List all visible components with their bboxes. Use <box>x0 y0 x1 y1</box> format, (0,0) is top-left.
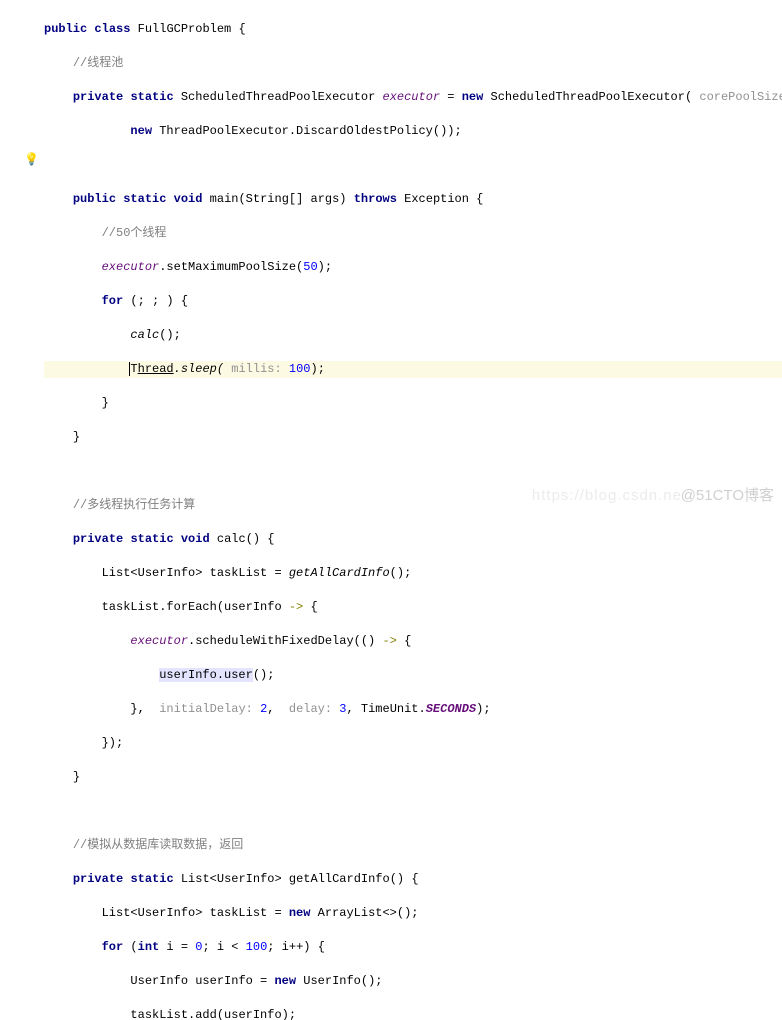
cond: ; i < <box>202 940 245 954</box>
sleep-call: .sleep( <box>174 362 224 376</box>
call: (); <box>159 328 181 342</box>
decl: List<UserInfo> taskList = <box>102 566 289 580</box>
number: 0 <box>195 940 202 954</box>
number: 50 <box>303 260 317 274</box>
sep2: , TimeUnit. <box>347 702 426 716</box>
keyword: for <box>102 940 124 954</box>
comment: //模拟从数据库读取数据，返回 <box>73 838 243 852</box>
close: ); <box>476 702 490 716</box>
keyword: void <box>181 532 210 546</box>
param-hint: delay: <box>289 702 332 716</box>
brace: { <box>303 600 317 614</box>
sep: , <box>267 702 289 716</box>
keyword: static <box>123 192 166 206</box>
keyword: private <box>73 90 123 104</box>
constructor: ScheduledThreadPoolExecutor( <box>491 90 693 104</box>
brace: { <box>238 22 245 36</box>
add-call: taskList.add(userInfo); <box>130 1008 296 1020</box>
lightbulb-icon[interactable]: 💡 <box>24 152 38 166</box>
field: executor <box>102 260 160 274</box>
class-name: FullGCProblem <box>138 22 232 36</box>
keyword: for <box>102 294 124 308</box>
number: 2 <box>260 702 267 716</box>
brace: } <box>102 396 109 410</box>
comment: //线程池 <box>73 56 123 70</box>
open: ( <box>123 940 137 954</box>
editor-gutter <box>0 0 40 510</box>
param-hint: millis: <box>231 362 281 376</box>
close: ); <box>311 362 325 376</box>
keyword: new <box>130 124 152 138</box>
field: executor <box>383 90 441 104</box>
keyword: new <box>462 90 484 104</box>
close: }, <box>130 702 159 716</box>
decl: List<UserInfo> taskList = <box>102 906 289 920</box>
brace: } <box>73 430 80 444</box>
brace: } <box>73 770 80 784</box>
keyword: throws <box>354 192 397 206</box>
return-type: List<UserInfo> <box>181 872 282 886</box>
field: executor <box>130 634 188 648</box>
method-call: calc <box>130 328 159 342</box>
param-hint: initialDelay: <box>159 702 253 716</box>
policy: ThreadPoolExecutor.DiscardOldestPolicy()… <box>159 124 461 138</box>
keyword: new <box>289 906 311 920</box>
method-name: calc <box>217 532 246 546</box>
foreach: taskList.forEach(userInfo <box>102 600 289 614</box>
keyword: static <box>130 532 173 546</box>
method-name: main <box>210 192 239 206</box>
call: getAllCardInfo <box>289 566 390 580</box>
param-hint: corePoolSize: <box>699 90 782 104</box>
code-editor[interactable]: public class FullGCProblem { //线程池 priva… <box>44 4 782 1020</box>
type: ScheduledThreadPoolExecutor <box>181 90 375 104</box>
keyword: static <box>130 872 173 886</box>
highlighted-ident: userInfo.user <box>159 668 253 682</box>
decl: UserInfo userInfo = <box>130 974 274 988</box>
enum: SECONDS <box>426 702 476 716</box>
keyword: void <box>174 192 203 206</box>
brace: { <box>476 192 483 206</box>
params: () { <box>246 532 275 546</box>
number: 3 <box>339 702 346 716</box>
arrow: -> <box>289 600 303 614</box>
close: ); <box>318 260 332 274</box>
keyword: int <box>138 940 160 954</box>
ctor: ArrayList<>(); <box>310 906 418 920</box>
init: i = <box>159 940 195 954</box>
caret <box>129 362 130 376</box>
keyword: private <box>73 532 123 546</box>
params: (String[] args) <box>238 192 346 206</box>
close: }); <box>102 736 124 750</box>
keyword: public <box>44 22 87 36</box>
arrow: -> <box>382 634 396 648</box>
close: (); <box>390 566 412 580</box>
number: 100 <box>289 362 311 376</box>
comment: //50个线程 <box>102 226 167 240</box>
inc: ; i++) { <box>267 940 325 954</box>
keyword: private <box>73 872 123 886</box>
keyword: public <box>73 192 116 206</box>
keyword: new <box>274 974 296 988</box>
exception: Exception <box>404 192 469 206</box>
thread-class: Thread <box>130 362 173 376</box>
for-expr: (; ; ) { <box>123 294 188 308</box>
ctor: UserInfo(); <box>296 974 382 988</box>
eq: = <box>440 90 462 104</box>
current-line: Thread.sleep( millis: 100); <box>44 361 782 378</box>
params: () { <box>390 872 419 886</box>
method-name: getAllCardInfo <box>289 872 390 886</box>
keyword: static <box>130 90 173 104</box>
number: 100 <box>246 940 268 954</box>
call: .setMaximumPoolSize( <box>159 260 303 274</box>
brace: { <box>397 634 411 648</box>
keyword: class <box>94 22 130 36</box>
call: .scheduleWithFixedDelay(() <box>188 634 382 648</box>
